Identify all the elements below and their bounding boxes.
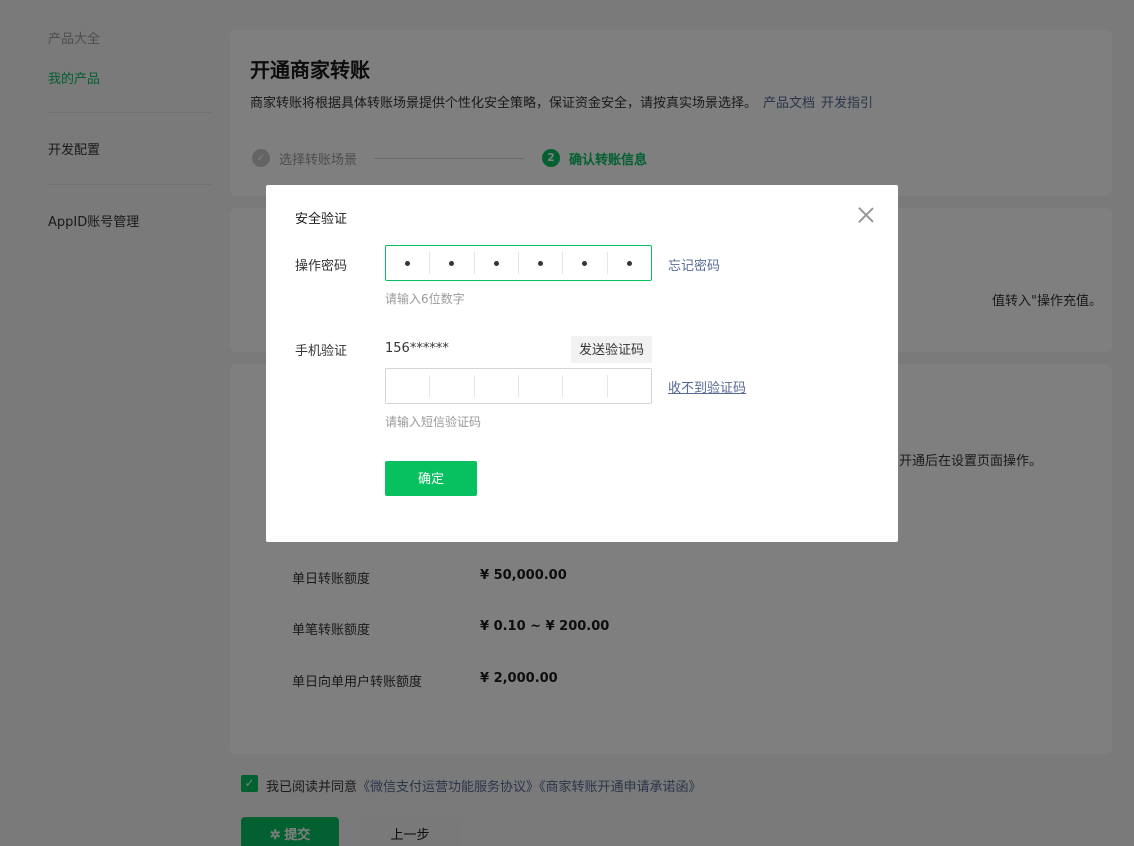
dialog-title: 安全验证	[295, 212, 348, 227]
password-digit	[430, 252, 475, 274]
sms-digit	[475, 375, 519, 397]
sms-code-input[interactable]	[385, 368, 652, 404]
password-input[interactable]	[385, 245, 652, 281]
forgot-password-link[interactable]: 忘记密码	[668, 255, 720, 274]
password-dot	[493, 260, 499, 266]
phone-number: 156******	[385, 341, 449, 356]
password-dot	[538, 260, 544, 266]
sms-digit	[608, 375, 651, 397]
no-code-link[interactable]: 收不到验证码	[668, 377, 746, 396]
sms-digit	[386, 375, 431, 397]
password-label: 操作密码	[295, 259, 348, 274]
send-code-button[interactable]: 发送验证码	[571, 336, 652, 363]
sms-digit	[430, 375, 475, 397]
sms-digit	[563, 375, 608, 397]
password-digit	[608, 252, 651, 274]
phone-verify-label: 手机验证	[295, 344, 348, 359]
password-dot	[449, 260, 455, 266]
password-hint: 请输入6位数字	[385, 292, 465, 306]
sms-hint: 请输入短信验证码	[385, 415, 482, 429]
password-digit	[386, 252, 431, 274]
close-icon[interactable]	[856, 205, 876, 225]
security-verification-dialog: 安全验证 操作密码 忘记密码 请输入6位数字 手机验证 156****** 发送…	[266, 185, 898, 542]
password-dot	[582, 260, 588, 266]
password-dot	[626, 260, 632, 266]
password-dot	[405, 260, 411, 266]
confirm-button[interactable]: 确定	[385, 461, 477, 496]
sms-digit	[519, 375, 564, 397]
password-digit	[475, 252, 519, 274]
password-digit	[519, 252, 564, 274]
password-digit	[563, 252, 608, 274]
